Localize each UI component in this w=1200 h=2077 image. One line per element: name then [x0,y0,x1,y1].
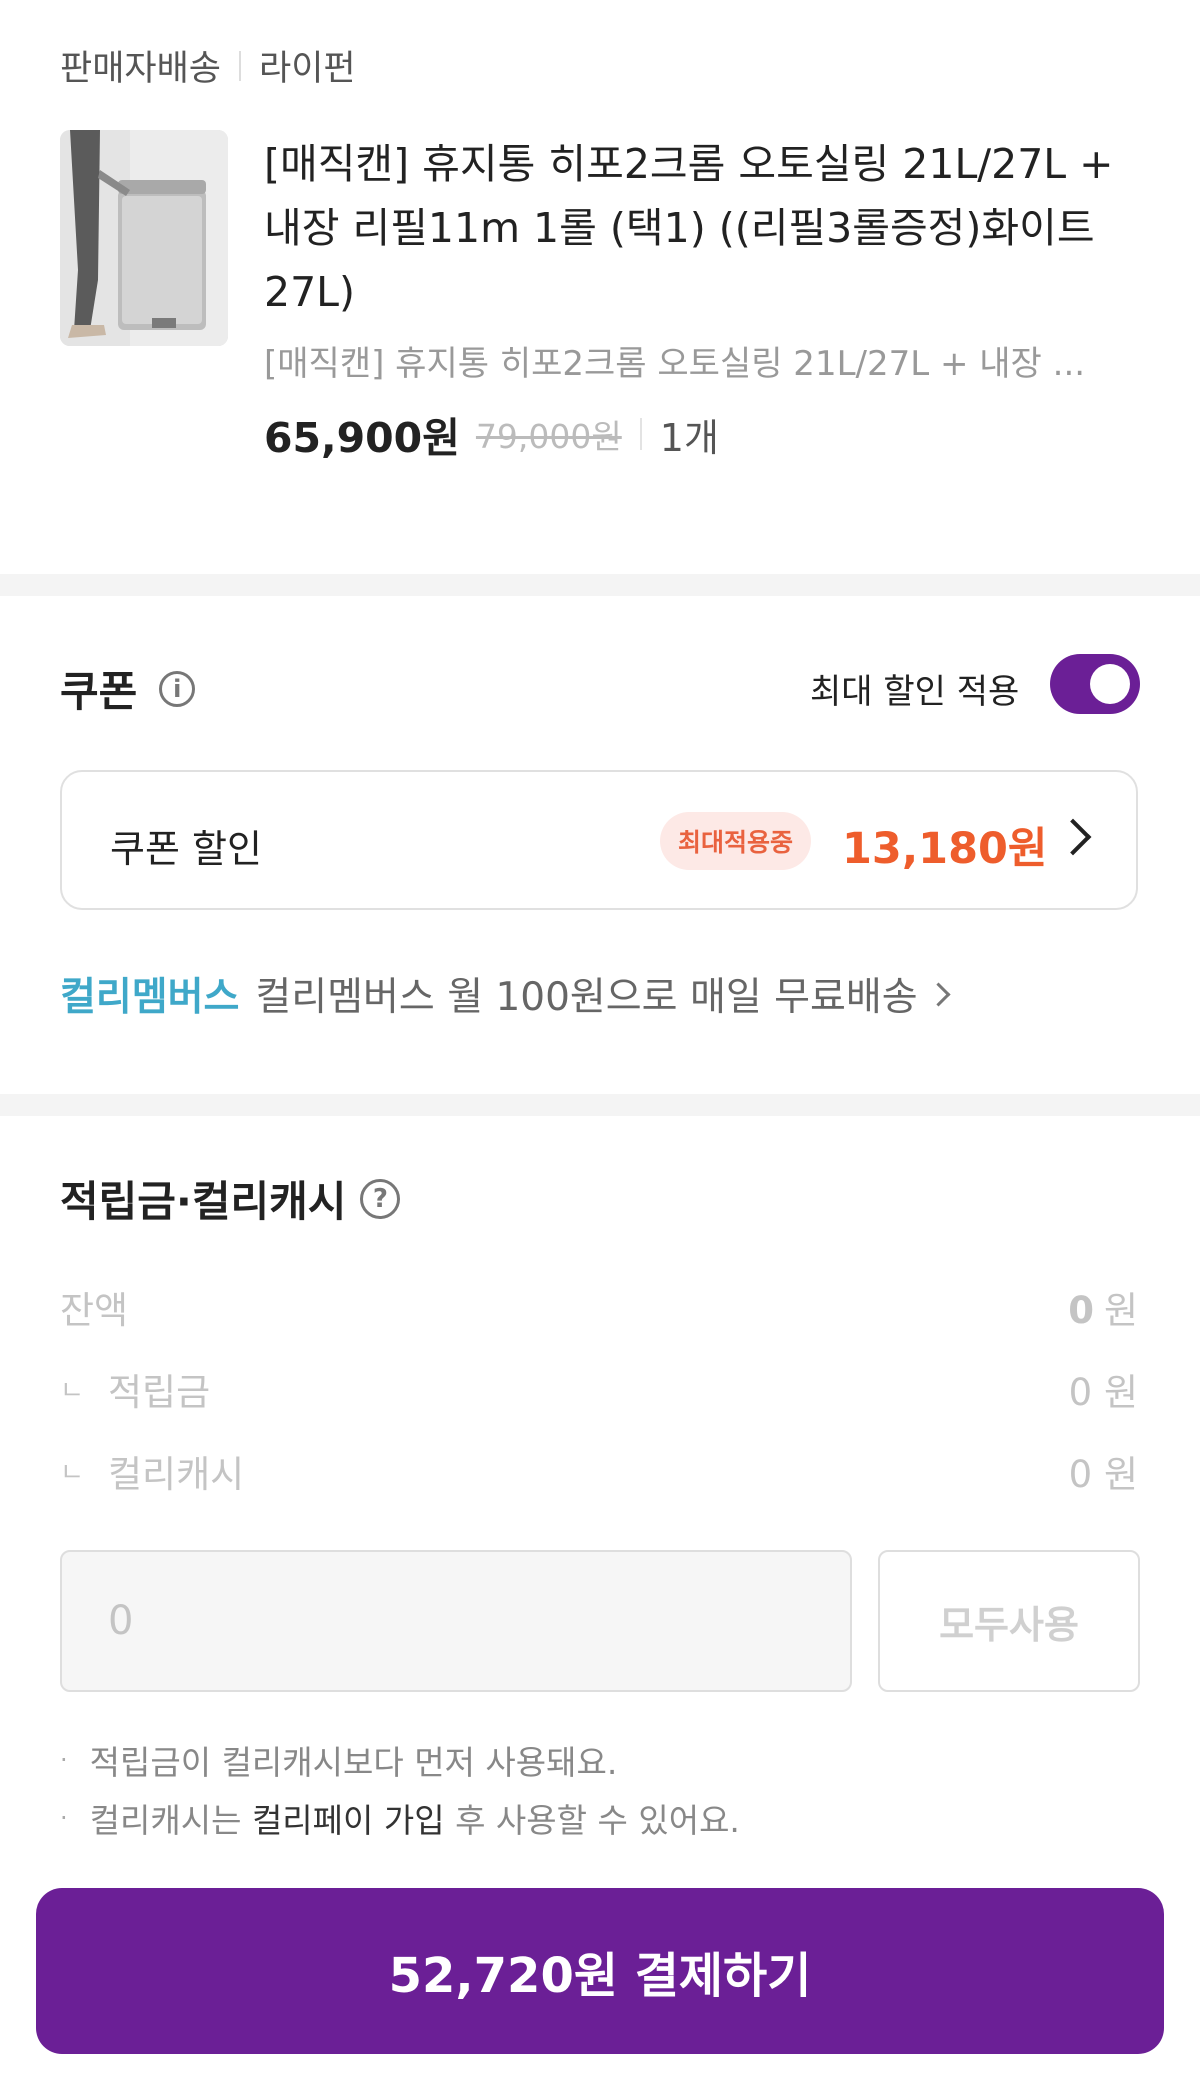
product-option: [매직캔] 휴지통 히포2크롬 오토실링 21L/27L + 내장 ... [264,344,1086,384]
cash-value: 0 원 [1068,1453,1138,1496]
toggle-knob [1090,664,1130,704]
seller-name: 라이펀 [259,49,356,89]
divider [639,418,642,450]
reserve-value: 0 원 [1068,1371,1138,1414]
points-input-box[interactable] [60,1550,852,1692]
points-section-title: 적립금·컬리캐시 ? [60,1168,401,1229]
note-text-post: 후 사용할 수 있어요. [444,1801,740,1840]
tree-mark: ㄴ [60,1376,84,1406]
quantity: 1개 [659,415,719,460]
use-all-button[interactable]: 모두사용 [878,1550,1140,1692]
coupon-section-title: 쿠폰 i [60,658,196,719]
section-divider [0,574,1200,596]
cash-label: 컬리캐시 [108,1453,245,1496]
pay-button[interactable]: 52,720원 결제하기 [36,1888,1164,2054]
sale-price: 65,900원 [264,414,460,462]
balance-value: 0원 [1068,1280,1138,1334]
help-icon[interactable]: ? [360,1178,401,1219]
product-title[interactable]: [매직캔] 휴지통 히포2크롬 오토실링 21L/27L + 내장 리필11m … [264,132,1144,324]
note-text-pre: 컬리캐시는 [89,1801,252,1840]
section-divider [0,1094,1200,1116]
delivery-type: 판매자배송 [60,49,222,89]
info-icon[interactable]: i [159,670,196,707]
trash-can-image [60,130,228,346]
product-thumbnail[interactable] [60,130,228,346]
divider [239,50,242,81]
chevron-right-icon [926,981,951,1007]
price-row: 65,900원 79,000원 1개 [264,404,719,464]
bullet: · [60,1804,68,1832]
coupon-title: 쿠폰 [60,667,138,716]
balance-amount: 0 [1068,1289,1094,1332]
tree-mark: ㄴ [60,1458,84,1488]
seller-header: 판매자배송 라이펀 [60,40,356,91]
bullet: · [60,1746,68,1774]
points-title: 적립금·컬리캐시 [60,1177,347,1226]
membership-brand: 컬리멤버스 [60,975,240,1020]
max-discount-toggle[interactable] [1050,654,1140,714]
balance-unit: 원 [1103,1289,1138,1332]
membership-link[interactable]: 컬리멤버스 컬리멤버스 월 100원으로 매일 무료배송 [60,966,951,1022]
reserve-label: 적립금 [108,1371,211,1414]
max-discount-label: 최대 할인 적용 [810,672,1020,712]
kurly-pay-signup-link[interactable]: 컬리페이 가입 [252,1794,445,1842]
membership-desc: 컬리멤버스 월 100원으로 매일 무료배송 [255,975,918,1020]
original-price: 79,000원 [475,417,622,456]
max-applied-badge: 최대적용중 [660,812,812,870]
note-text: 적립금이 컬리캐시보다 먼저 사용돼요. [89,1743,618,1782]
note-cash-signup: · 컬리캐시는 컬리페이 가입 후 사용할 수 있어요. [60,1794,740,1842]
points-input[interactable] [62,1552,850,1690]
coupon-amount: 13,180원 [842,824,1048,874]
coupon-row-label: 쿠폰 할인 [110,827,262,871]
note-reserve-first: · 적립금이 컬리캐시보다 먼저 사용돼요. [60,1736,617,1784]
balance-label: 잔액 [60,1289,129,1332]
